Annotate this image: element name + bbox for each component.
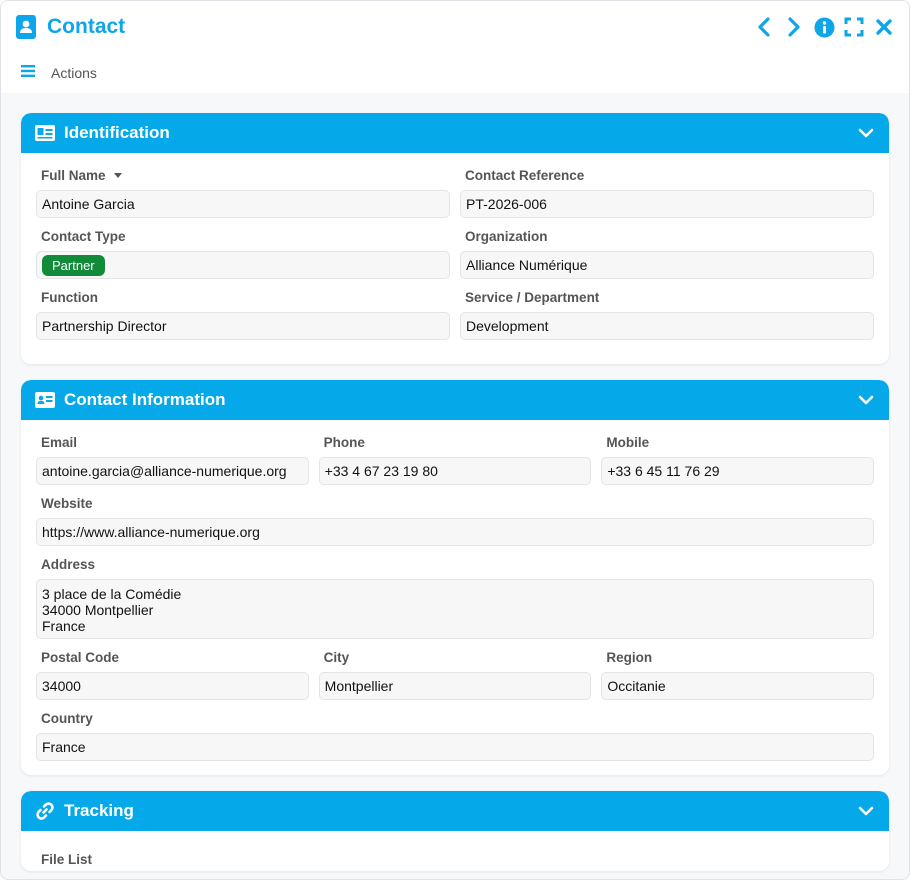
region-field: Region Occitanie xyxy=(601,649,874,700)
identification-section: Identification Full Name Antoine Garcia … xyxy=(21,113,889,364)
close-icon[interactable] xyxy=(873,16,895,38)
contact-information-header[interactable]: Contact Information xyxy=(21,380,889,420)
country-value[interactable]: France xyxy=(36,733,874,761)
mobile-value[interactable]: +33 6 45 11 76 29 xyxy=(601,457,874,485)
hamburger-menu-icon[interactable] xyxy=(21,64,35,82)
region-label: Region xyxy=(606,649,653,665)
function-label: Function xyxy=(41,289,98,305)
mobile-field: Mobile +33 6 45 11 76 29 xyxy=(601,434,874,485)
email-field: Email antoine.garcia@alliance-numerique.… xyxy=(36,434,309,485)
address-line: 34000 Montpellier xyxy=(42,602,154,618)
region-value[interactable]: Occitanie xyxy=(601,672,874,700)
organization-field: Organization Alliance Numérique xyxy=(460,228,874,279)
contact-type-field: Contact Type Partner xyxy=(36,228,450,279)
link-icon xyxy=(35,801,55,821)
file-list-label: File List xyxy=(41,852,93,867)
actions-menu-label[interactable]: Actions xyxy=(51,65,97,81)
tracking-header[interactable]: Tracking xyxy=(21,791,889,831)
address-line: 3 place de la Comédie xyxy=(42,586,182,602)
phone-value[interactable]: +33 4 67 23 19 80 xyxy=(318,457,592,485)
actions-bar: Actions xyxy=(1,53,909,93)
email-value[interactable]: antoine.garcia@alliance-numerique.org xyxy=(36,457,309,485)
fullscreen-icon[interactable] xyxy=(843,16,865,38)
tracking-title: Tracking xyxy=(64,801,134,820)
contact-information-title: Contact Information xyxy=(64,390,226,409)
full-name-label: Full Name xyxy=(41,167,106,183)
country-field: Country France xyxy=(36,710,874,761)
contact-reference-field: Contact Reference PT-2026-006 xyxy=(460,167,874,218)
chevron-down-icon[interactable] xyxy=(857,124,875,142)
address-value[interactable]: 3 place de la Comédie 34000 Montpellier … xyxy=(36,579,874,639)
chevron-down-icon[interactable] xyxy=(857,391,875,409)
function-field: Function Partnership Director xyxy=(36,289,450,340)
organization-value[interactable]: Alliance Numérique xyxy=(460,251,874,279)
full-name-value[interactable]: Antoine Garcia xyxy=(36,190,450,218)
phone-label: Phone xyxy=(323,434,365,450)
city-value[interactable]: Montpellier xyxy=(318,672,592,700)
contact-book-icon xyxy=(15,14,37,40)
contact-reference-label: Contact Reference xyxy=(465,167,585,183)
mobile-label: Mobile xyxy=(606,434,650,450)
postal-code-label: Postal Code xyxy=(41,649,120,665)
chevron-down-icon[interactable] xyxy=(857,802,875,820)
full-name-field: Full Name Antoine Garcia xyxy=(36,167,450,218)
contact-type-label: Contact Type xyxy=(41,228,126,244)
sort-caret-icon[interactable] xyxy=(113,172,122,178)
address-field: Address 3 place de la Comédie 34000 Mont… xyxy=(36,556,874,639)
identification-title: Identification xyxy=(64,123,170,142)
form-content: Identification Full Name Antoine Garcia … xyxy=(1,93,909,871)
contact-reference-value[interactable]: PT-2026-006 xyxy=(460,190,874,218)
function-value[interactable]: Partnership Director xyxy=(36,312,450,340)
id-card-icon xyxy=(35,123,55,143)
website-field: Website https://www.alliance-numerique.o… xyxy=(36,495,874,546)
website-label: Website xyxy=(41,495,93,511)
contact-information-section: Contact Information Email antoine.garcia… xyxy=(21,380,889,775)
contact-window: Contact Actions Identification Full Name… xyxy=(0,0,910,880)
service-field: Service / Department Development xyxy=(460,289,874,340)
previous-icon[interactable] xyxy=(753,16,775,38)
service-value[interactable]: Development xyxy=(460,312,874,340)
email-label: Email xyxy=(41,434,78,450)
address-line: France xyxy=(42,618,86,634)
city-field: City Montpellier xyxy=(318,649,592,700)
address-card-icon xyxy=(35,390,55,410)
title-bar: Contact xyxy=(1,1,909,53)
postal-code-field: Postal Code 34000 xyxy=(36,649,309,700)
next-icon[interactable] xyxy=(783,16,805,38)
postal-code-value[interactable]: 34000 xyxy=(36,672,309,700)
country-label: Country xyxy=(41,710,93,726)
identification-header[interactable]: Identification xyxy=(21,113,889,153)
phone-field: Phone +33 4 67 23 19 80 xyxy=(318,434,592,485)
contact-type-badge: Partner xyxy=(42,254,105,276)
window-title: Contact xyxy=(47,15,126,38)
info-icon[interactable] xyxy=(813,16,835,38)
window-controls xyxy=(753,16,895,38)
city-label: City xyxy=(323,649,350,665)
address-label: Address xyxy=(41,556,96,572)
service-label: Service / Department xyxy=(465,289,600,305)
tracking-section: Tracking File List xyxy=(21,791,889,871)
contact-type-value[interactable]: Partner xyxy=(36,251,450,279)
website-value[interactable]: https://www.alliance-numerique.org xyxy=(36,518,874,546)
organization-label: Organization xyxy=(465,228,548,244)
